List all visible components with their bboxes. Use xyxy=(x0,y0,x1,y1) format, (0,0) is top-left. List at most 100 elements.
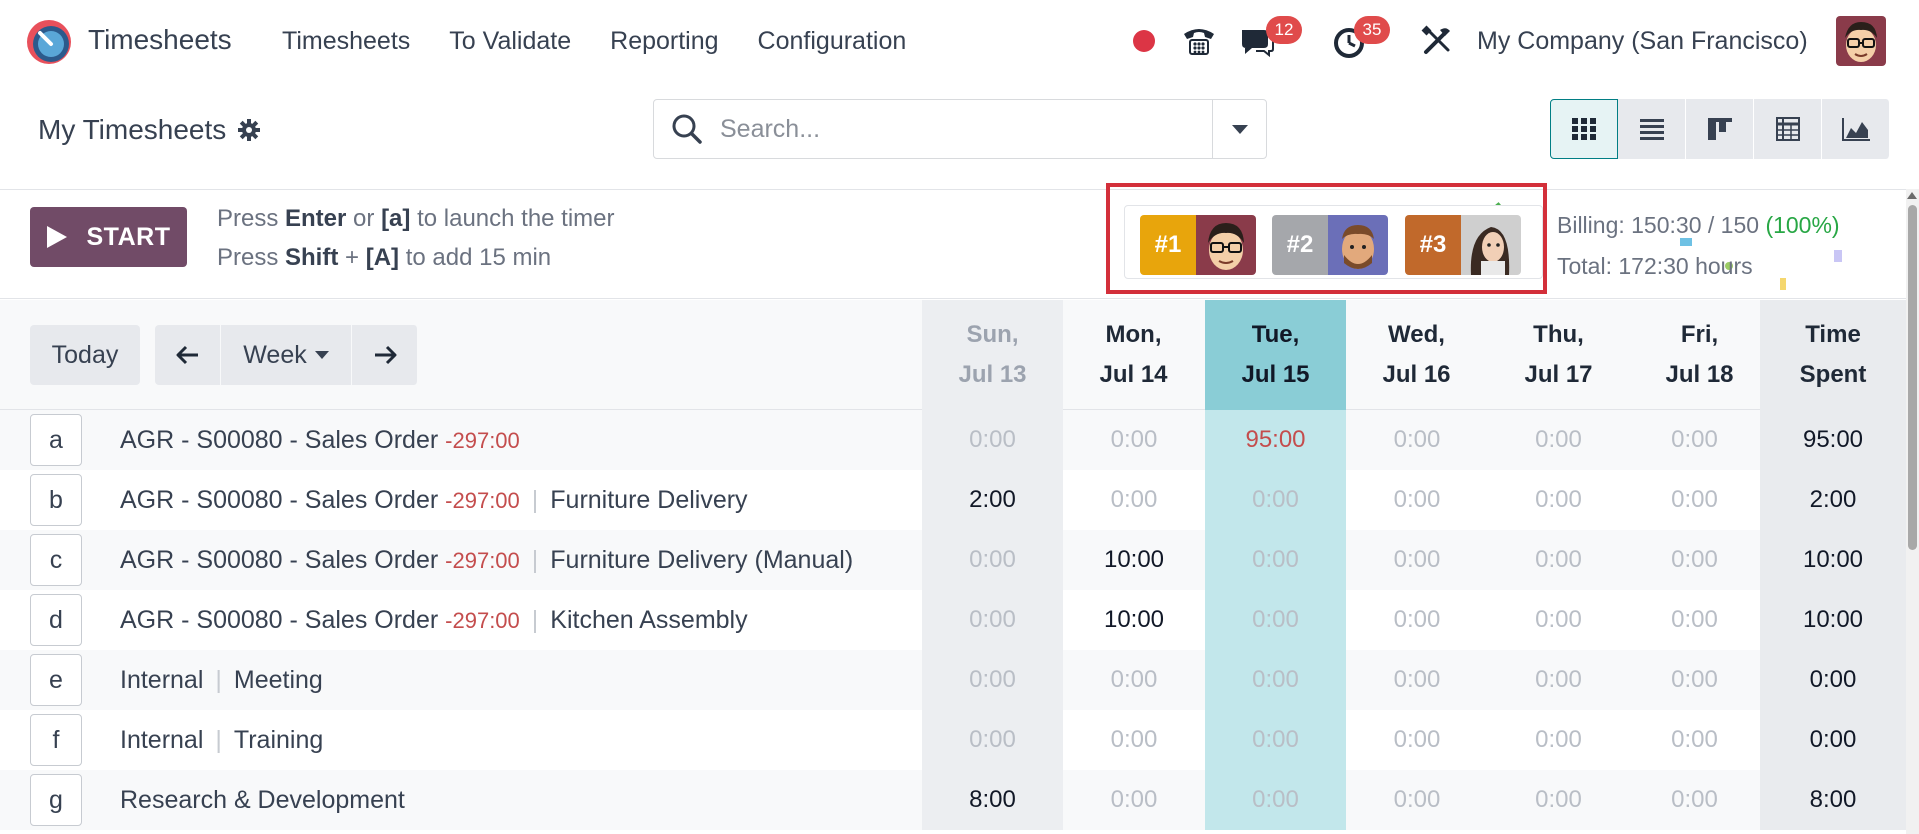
scroll-up-icon[interactable] xyxy=(1907,192,1917,199)
time-cell[interactable]: 0:00 xyxy=(1629,410,1760,470)
recording-indicator-icon[interactable] xyxy=(1133,30,1155,52)
time-cell[interactable]: 0:00 xyxy=(1346,770,1488,830)
company-switcher[interactable]: My Company (San Francisco) xyxy=(1477,27,1808,56)
time-cell[interactable]: 0:00 xyxy=(1205,470,1346,530)
remaining-hours: -297:00 xyxy=(445,428,520,453)
leaderboard-item[interactable]: #3 xyxy=(1405,215,1521,275)
time-cell[interactable]: 0:00 xyxy=(922,410,1063,470)
time-cell[interactable]: 0:00 xyxy=(1488,590,1629,650)
row-total-cell: 95:00 xyxy=(1760,410,1906,470)
task-name: Furniture Delivery xyxy=(550,486,748,514)
time-cell[interactable]: 0:00 xyxy=(1629,770,1760,830)
remaining-hours: -297:00 xyxy=(445,608,520,633)
today-button[interactable]: Today xyxy=(30,325,140,385)
time-cell[interactable]: 0:00 xyxy=(1488,470,1629,530)
time-cell[interactable]: 0:00 xyxy=(1488,530,1629,590)
row-shortcut-key: e xyxy=(30,654,82,706)
leaderboard-item[interactable]: #2 xyxy=(1272,215,1388,275)
menu-reporting[interactable]: Reporting xyxy=(610,27,718,56)
kanban-view-button[interactable] xyxy=(1686,99,1754,159)
period-dropdown[interactable]: Week xyxy=(221,325,352,385)
row-label[interactable]: Internal | Training xyxy=(120,726,323,755)
next-period-button[interactable] xyxy=(352,325,418,385)
time-cell[interactable]: 10:00 xyxy=(1063,530,1205,590)
project-name: Research & Development xyxy=(120,786,405,814)
leaderboard-item[interactable]: #1 xyxy=(1140,215,1256,275)
time-cell[interactable]: 0:00 xyxy=(1346,470,1488,530)
scrollbar-thumb[interactable] xyxy=(1908,205,1917,550)
time-cell[interactable]: 95:00 xyxy=(1205,410,1346,470)
timesheets-logo-icon[interactable] xyxy=(25,18,73,66)
list-view-button[interactable] xyxy=(1618,99,1686,159)
search-options-toggle[interactable] xyxy=(1212,100,1266,158)
row-label[interactable]: AGR - S00080 - Sales Order -297:00 | Furni… xyxy=(120,546,853,575)
time-cell[interactable]: 0:00 xyxy=(1205,710,1346,770)
menu-configuration[interactable]: Configuration xyxy=(758,27,907,56)
time-cell[interactable]: 0:00 xyxy=(1629,650,1760,710)
task-name: Training xyxy=(233,726,324,754)
task-name: Furniture Delivery (Manual) xyxy=(550,546,854,574)
row-shortcut-key: d xyxy=(30,594,82,646)
timer-hint-add: Press Shift + [A] to add 15 min xyxy=(217,244,552,271)
time-cell[interactable]: 0:00 xyxy=(1629,470,1760,530)
page-title[interactable]: My Timesheets xyxy=(38,114,226,146)
time-cell[interactable]: 0:00 xyxy=(1488,710,1629,770)
time-cell[interactable]: 0:00 xyxy=(1346,530,1488,590)
time-cell[interactable]: 0:00 xyxy=(1346,710,1488,770)
row-label[interactable]: Research & Development xyxy=(120,786,405,815)
start-timer-button[interactable]: START xyxy=(30,207,187,267)
caret-down-icon xyxy=(314,351,329,359)
row-label[interactable]: AGR - S00080 - Sales Order -297:00 | Kitch… xyxy=(120,606,748,635)
menu-timesheets[interactable]: Timesheets xyxy=(282,27,410,56)
pivot-icon xyxy=(1775,117,1800,141)
menu-to-validate[interactable]: To Validate xyxy=(449,27,571,56)
employee-avatar xyxy=(1328,215,1388,275)
time-cell[interactable]: 10:00 xyxy=(1063,590,1205,650)
time-cell[interactable]: 0:00 xyxy=(1346,650,1488,710)
time-cell[interactable]: 0:00 xyxy=(1488,770,1629,830)
time-cell[interactable]: 0:00 xyxy=(1629,530,1760,590)
confetti xyxy=(1834,250,1842,262)
time-cell[interactable]: 0:00 xyxy=(1346,410,1488,470)
time-cell[interactable]: 0:00 xyxy=(1205,530,1346,590)
row-label[interactable]: Internal | Meeting xyxy=(120,666,323,695)
previous-period-button[interactable] xyxy=(155,325,221,385)
graph-view-button[interactable] xyxy=(1822,99,1890,159)
employee-avatar xyxy=(1196,215,1256,275)
phone-icon[interactable] xyxy=(1180,22,1218,60)
time-cell[interactable]: 0:00 xyxy=(1205,590,1346,650)
time-cell[interactable]: 0:00 xyxy=(1063,710,1205,770)
search-input[interactable] xyxy=(720,114,1200,144)
row-label[interactable]: AGR - S00080 - Sales Order -297:00 | Furni… xyxy=(120,486,748,515)
user-avatar[interactable] xyxy=(1836,16,1886,66)
time-cell[interactable]: 0:00 xyxy=(922,590,1063,650)
tools-icon[interactable] xyxy=(1418,22,1456,60)
time-cell[interactable]: 0:00 xyxy=(1629,710,1760,770)
table-row: f Internal | Training 0:00 0:00 0:00 0:00 0:00 0:… xyxy=(0,710,1906,770)
time-cell[interactable]: 0:00 xyxy=(1063,770,1205,830)
time-cell[interactable]: 0:00 xyxy=(1063,470,1205,530)
time-cell[interactable]: 0:00 xyxy=(1488,650,1629,710)
time-cell[interactable]: 0:00 xyxy=(922,650,1063,710)
gear-icon[interactable] xyxy=(238,119,261,141)
time-cell[interactable]: 0:00 xyxy=(922,530,1063,590)
time-cell[interactable]: 0:00 xyxy=(1346,590,1488,650)
table-row: g Research & Development 8:00 0:00 0:00 0:00 0… xyxy=(0,770,1906,830)
time-cell[interactable]: 0:00 xyxy=(1205,770,1346,830)
app-name[interactable]: Timesheets xyxy=(88,24,232,56)
rank-badge: #1 xyxy=(1140,215,1196,275)
project-name: AGR - S00080 - Sales Order xyxy=(120,486,439,514)
row-label[interactable]: AGR - S00080 - Sales Order -297:00 xyxy=(120,426,520,455)
list-icon xyxy=(1639,119,1664,140)
time-cell[interactable]: 0:00 xyxy=(1488,410,1629,470)
project-name: Internal xyxy=(120,726,204,754)
time-cell[interactable]: 2:00 xyxy=(922,470,1063,530)
time-cell[interactable]: 0:00 xyxy=(922,710,1063,770)
time-cell[interactable]: 8:00 xyxy=(922,770,1063,830)
grid-view-button[interactable] xyxy=(1550,99,1618,159)
time-cell[interactable]: 0:00 xyxy=(1629,590,1760,650)
pivot-view-button[interactable] xyxy=(1754,99,1822,159)
time-cell[interactable]: 0:00 xyxy=(1063,410,1205,470)
time-cell[interactable]: 0:00 xyxy=(1205,650,1346,710)
time-cell[interactable]: 0:00 xyxy=(1063,650,1205,710)
